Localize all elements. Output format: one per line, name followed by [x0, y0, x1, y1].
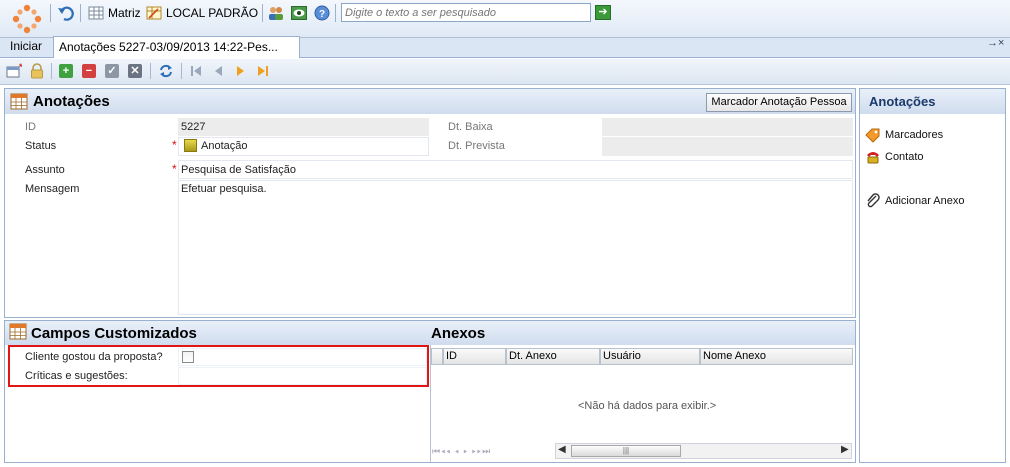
- users-icon[interactable]: [268, 5, 284, 21]
- cancel-record-icon[interactable]: ✕: [128, 64, 142, 78]
- grid-column-header[interactable]: Dt. Anexo: [506, 348, 600, 365]
- grid-empty-message: <Não há dados para exibir.>: [578, 400, 717, 412]
- tab-iniciar[interactable]: Iniciar: [5, 36, 47, 58]
- status-value: Anotação: [201, 140, 248, 152]
- first-record-icon[interactable]: [189, 64, 203, 78]
- grid-column-header[interactable]: Nome Anexo: [700, 348, 853, 365]
- dt-prevista-field[interactable]: [602, 137, 853, 156]
- grid-indicator-column: [431, 348, 443, 365]
- grid-column-header[interactable]: ID: [443, 348, 506, 365]
- phone-icon: [867, 152, 879, 164]
- dt-prevista-label: Dt. Prevista: [448, 140, 505, 152]
- remove-record-icon[interactable]: −: [82, 64, 96, 78]
- marker-annotation-person-button[interactable]: Marcador Anotação Pessoa: [706, 93, 852, 112]
- preview-eye-icon[interactable]: [291, 5, 307, 21]
- assunto-label: Assunto: [25, 164, 65, 176]
- mensagem-textarea[interactable]: [178, 180, 853, 315]
- record-toolbar: [0, 59, 1010, 85]
- last-record-icon[interactable]: [256, 64, 270, 78]
- app-logo-icon[interactable]: [12, 4, 42, 34]
- highlight-box: [8, 345, 429, 387]
- status-label: Status: [25, 140, 57, 152]
- previous-record-icon[interactable]: [211, 64, 225, 78]
- undo-icon[interactable]: [57, 5, 75, 23]
- sidebar-item-label: Marcadores: [885, 129, 944, 141]
- scrollbar-thumb[interactable]: |||: [571, 445, 681, 457]
- add-record-icon[interactable]: +: [59, 64, 73, 78]
- sidebar-item-label: Adicionar Anexo: [885, 195, 965, 207]
- toolbar-divider: [150, 63, 151, 79]
- custom-fields-table-icon: [9, 323, 27, 340]
- id-label: ID: [25, 121, 36, 133]
- grid-column-header[interactable]: Usuário: [600, 348, 700, 365]
- tag-icon: [865, 128, 880, 143]
- company-grid-icon: [88, 6, 104, 20]
- sidebar-item-marcadores[interactable]: Marcadores: [865, 127, 943, 143]
- sidebar-item-adicionar-anexo[interactable]: Adicionar Anexo: [865, 193, 965, 209]
- sidebar-title: Anotações: [869, 94, 936, 109]
- id-field: [178, 118, 429, 136]
- scroll-right-arrow-icon[interactable]: ▶: [841, 444, 849, 455]
- attachments-title: Anexos: [431, 325, 486, 342]
- new-window-icon[interactable]: *: [6, 63, 22, 79]
- toolbar-divider: [262, 4, 263, 22]
- next-record-icon[interactable]: [234, 64, 248, 78]
- search-input[interactable]: [341, 3, 591, 22]
- assunto-required-mark: *: [172, 162, 177, 176]
- tab-anotacao-5227[interactable]: Anotações 5227-03/09/2013 14:22-Pes...: [53, 36, 300, 58]
- refresh-icon[interactable]: [158, 63, 174, 79]
- toolbar-divider: [181, 63, 182, 79]
- location-selector[interactable]: LOCAL PADRÃO: [166, 6, 258, 20]
- company-selector[interactable]: Matriz: [108, 6, 141, 20]
- status-color-swatch: [184, 139, 197, 152]
- form-title: Anotações: [33, 93, 110, 110]
- actions-sidebar: [859, 88, 1006, 463]
- toolbar-divider: [50, 4, 51, 22]
- toolbar-divider: [51, 63, 52, 79]
- mensagem-label: Mensagem: [25, 183, 80, 195]
- sidebar-item-contato[interactable]: Contato: [865, 149, 924, 165]
- dt-baixa-label: Dt. Baixa: [448, 121, 493, 133]
- tab-overflow-button[interactable]: →×: [987, 37, 1004, 49]
- mensagem-value: Efetuar pesquisa.: [181, 183, 267, 195]
- help-icon[interactable]: ?: [314, 5, 330, 21]
- assunto-value: Pesquisa de Satisfação: [181, 164, 296, 176]
- confirm-record-icon[interactable]: ✓: [105, 64, 119, 78]
- lock-icon[interactable]: [29, 63, 45, 79]
- id-value: 5227: [181, 121, 206, 133]
- svg-text:?: ?: [319, 9, 325, 20]
- dt-baixa-field[interactable]: [602, 118, 853, 136]
- svg-text:*: *: [19, 63, 22, 72]
- toolbar-divider: [335, 4, 336, 22]
- paperclip-icon: [867, 193, 880, 208]
- custom-fields-title: Campos Customizados: [31, 325, 197, 342]
- sidebar-item-label: Contato: [885, 151, 924, 163]
- grid-pager[interactable]: ⏮◂◂ ◂ ▸ ▸▸⏭: [432, 446, 491, 457]
- search-go-button[interactable]: ➔: [595, 5, 611, 20]
- location-table-icon: [146, 6, 162, 20]
- annotation-table-icon: [10, 93, 28, 110]
- scroll-left-arrow-icon[interactable]: ◀: [558, 444, 566, 455]
- status-required-mark: *: [172, 138, 177, 152]
- toolbar-divider: [80, 4, 81, 22]
